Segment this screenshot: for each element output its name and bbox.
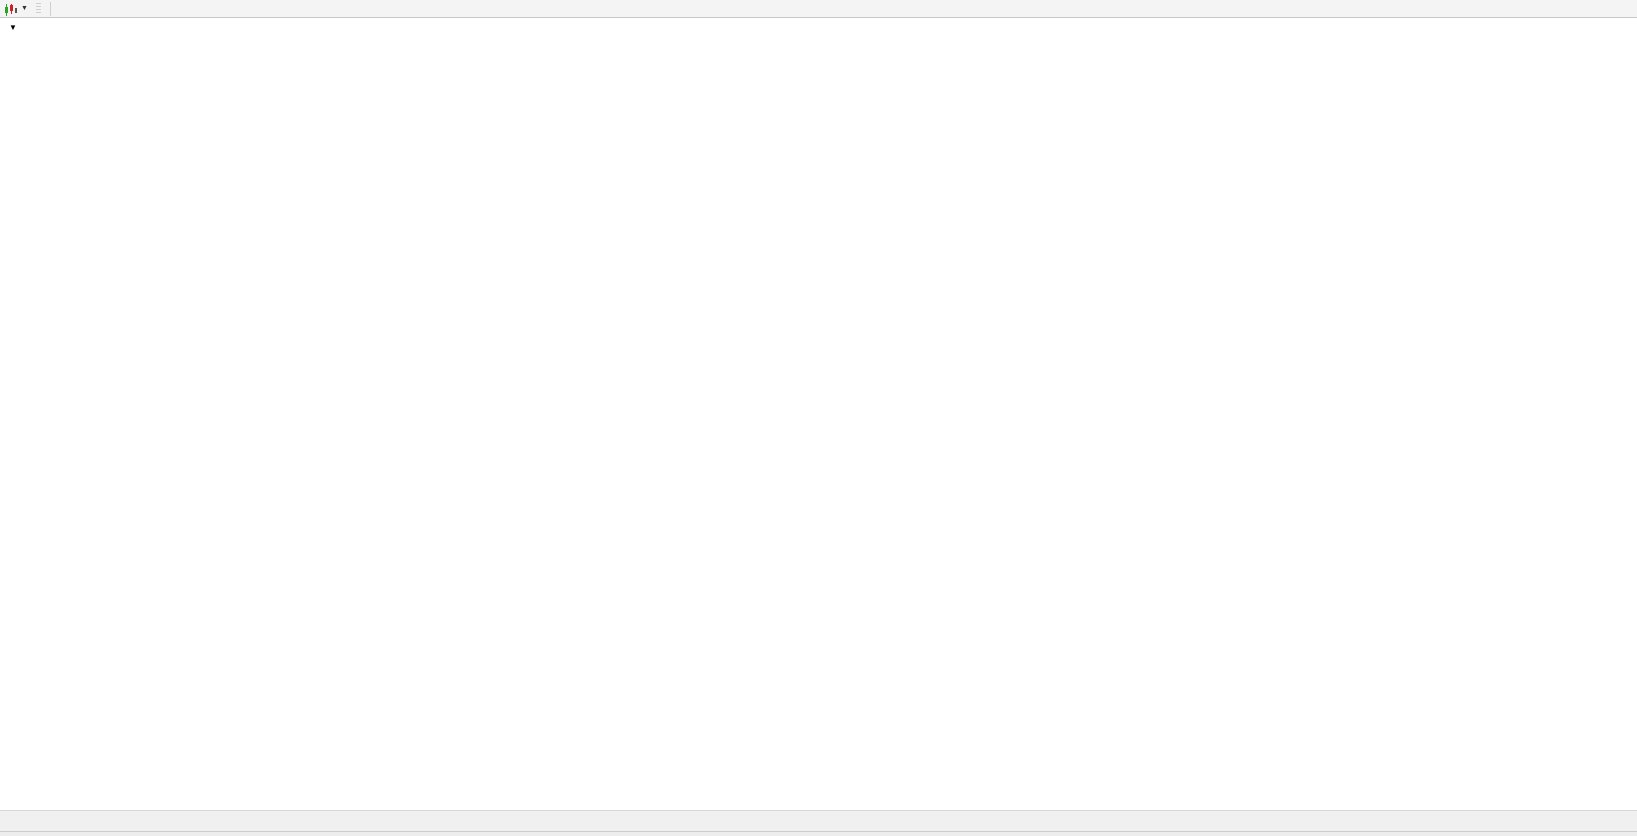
toolbar-separator <box>49 1 51 16</box>
toolbar-grip <box>35 2 41 15</box>
chart-window: ▼ <box>0 18 1637 810</box>
status-bar <box>0 831 1637 836</box>
price-chart-canvas[interactable] <box>0 18 1637 810</box>
symbol-tab-bar <box>0 810 1637 831</box>
chevron-down-icon[interactable]: ▼ <box>21 5 28 12</box>
chart-menu-icon[interactable]: ▼ <box>9 23 17 32</box>
candlestick-chart-icon[interactable] <box>4 3 18 16</box>
timeframe-toolbar: ▼ <box>0 0 1637 18</box>
chart-title: ▼ <box>9 23 31 32</box>
tab-scroll-arrows <box>1615 811 1637 831</box>
